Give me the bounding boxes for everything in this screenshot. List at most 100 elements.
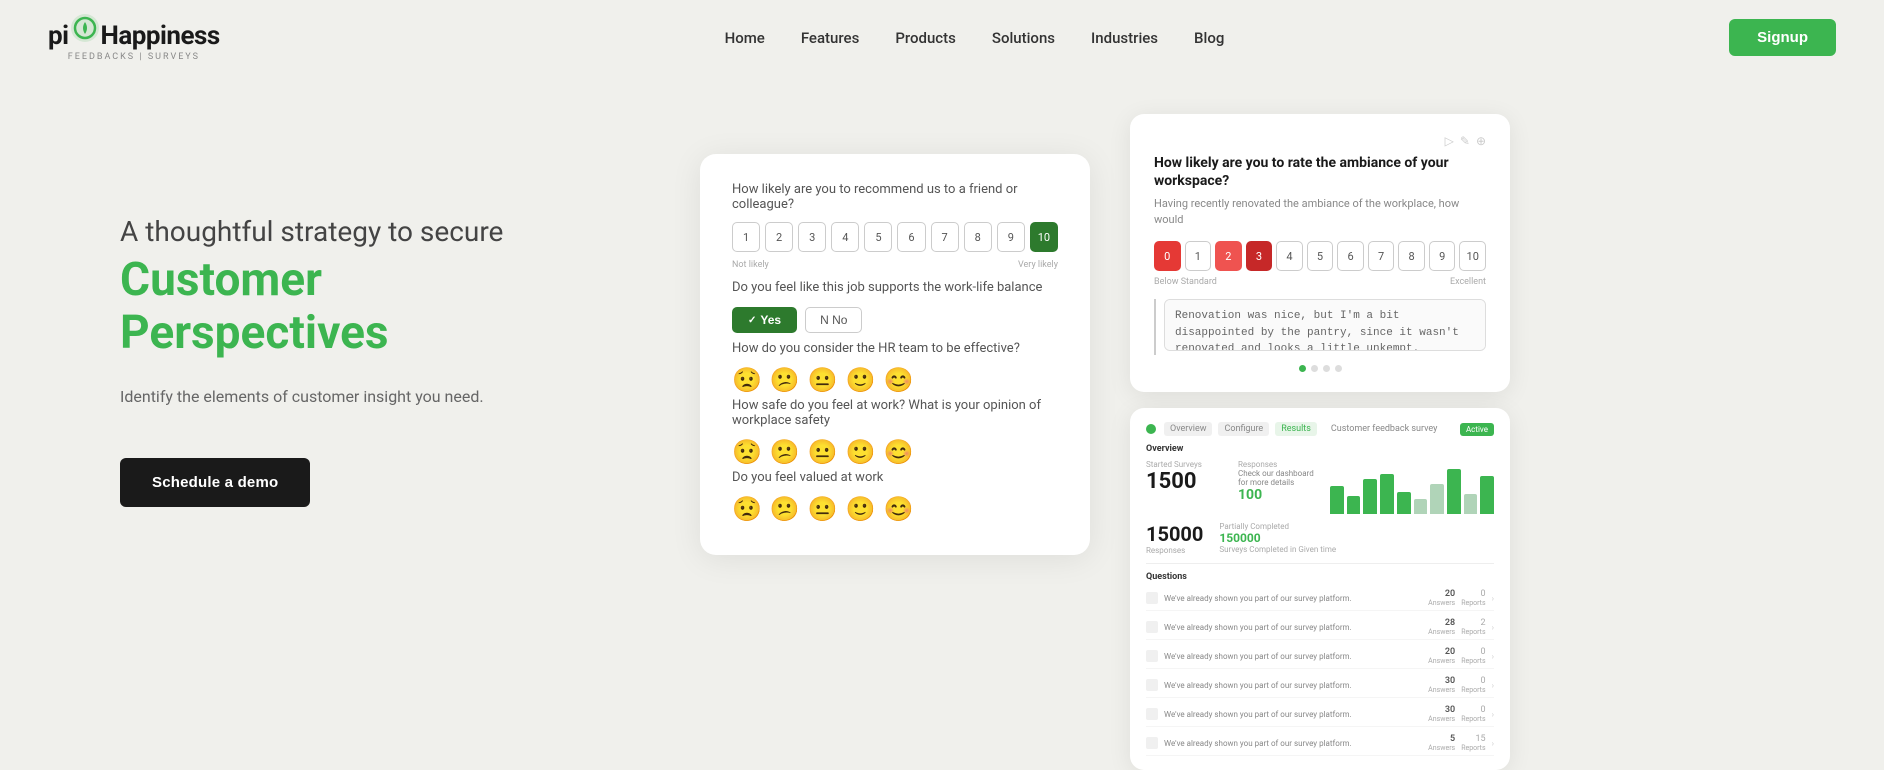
- dc-q-nums: 28 Answers: [1428, 618, 1455, 636]
- card-icon-3: ⊕: [1476, 134, 1486, 148]
- emoji-neutral[interactable]: 😐: [808, 366, 838, 394]
- check-icon: ✓: [748, 315, 756, 326]
- dc-q-arrow: ›: [1492, 739, 1494, 748]
- emoji-very-satisfied[interactable]: 😊: [884, 366, 914, 394]
- logo-subtitle: FEEDBACKS | SURVEYS: [48, 52, 220, 62]
- dc-tab-overview[interactable]: Overview: [1164, 422, 1212, 436]
- dc-q-icon: [1146, 621, 1158, 633]
- survey-card: How likely are you to recommend us to a …: [700, 154, 1090, 555]
- dc-stat-label-2: Responses: [1238, 460, 1320, 469]
- rating-box[interactable]: 8: [964, 222, 992, 252]
- dc-q-arrow: ›: [1492, 681, 1494, 690]
- nav-home[interactable]: Home: [725, 29, 765, 47]
- demo-button[interactable]: Schedule a demo: [120, 458, 310, 507]
- rc-box-7[interactable]: 7: [1368, 241, 1395, 271]
- dc-bar: [1397, 492, 1411, 514]
- rc-textarea[interactable]: [1164, 299, 1486, 351]
- emoji-satisfied-2[interactable]: 🙂: [846, 438, 876, 466]
- rating-row-1: 1 2 3 4 5 6 7 8 9 10: [732, 222, 1058, 252]
- dc-question-row: We've already shown you part of our surv…: [1146, 615, 1494, 640]
- logo-icon: [69, 12, 101, 44]
- nav-features[interactable]: Features: [801, 29, 859, 47]
- rating-box[interactable]: 6: [897, 222, 925, 252]
- dc-question-row: We've already shown you part of our surv…: [1146, 731, 1494, 756]
- rc-box-1[interactable]: 1: [1185, 241, 1212, 271]
- rating-box[interactable]: 10: [1030, 222, 1058, 252]
- no-button[interactable]: N No: [805, 307, 862, 333]
- emoji-very-satisfied-3[interactable]: 😊: [884, 495, 914, 523]
- rc-box-4[interactable]: 4: [1276, 241, 1303, 271]
- rc-dot-4: [1335, 365, 1342, 372]
- dc-q-nums2: 0 Reports: [1461, 647, 1485, 665]
- dc-stat-responses: Started Surveys 1500: [1146, 460, 1228, 514]
- dc-q-nums: 30 Answers: [1428, 676, 1455, 694]
- signup-button[interactable]: Signup: [1729, 19, 1836, 56]
- nav-products[interactable]: Products: [895, 29, 956, 47]
- emoji-very-satisfied-2[interactable]: 😊: [884, 438, 914, 466]
- yes-button[interactable]: ✓ Yes: [732, 307, 797, 333]
- emoji-satisfied-3[interactable]: 🙂: [846, 495, 876, 523]
- rc-box-0[interactable]: 0: [1154, 241, 1181, 271]
- emoji-dissatisfied[interactable]: 😕: [770, 366, 800, 394]
- rc-desc: Having recently renovated the ambiance o…: [1154, 196, 1486, 227]
- dc-q-arrow: ›: [1492, 710, 1494, 719]
- emoji-dissatisfied-2[interactable]: 😕: [770, 438, 800, 466]
- nav-solutions[interactable]: Solutions: [992, 29, 1055, 47]
- emoji-row-3: 😟 😕 😐 🙂 😊: [732, 495, 1058, 523]
- dc-q-icon: [1146, 592, 1158, 604]
- emoji-very-dissatisfied-2[interactable]: 😟: [732, 438, 762, 466]
- nav-industries[interactable]: Industries: [1091, 29, 1158, 47]
- rc-scale: 0 1 2 3 4 5 6 7 8 9 10: [1154, 241, 1486, 271]
- dc-questions-label: Questions: [1146, 572, 1494, 582]
- rc-box-9[interactable]: 9: [1429, 241, 1456, 271]
- main-content: A thoughtful strategy to secure Customer…: [0, 74, 1884, 770]
- emoji-satisfied[interactable]: 🙂: [846, 366, 876, 394]
- dc-q-text: We've already shown you part of our surv…: [1164, 594, 1422, 603]
- dc-q-num2: 0: [1468, 647, 1486, 657]
- dc-survey-label: Customer feedback survey: [1331, 424, 1438, 434]
- dc-question-row: We've already shown you part of our surv…: [1146, 673, 1494, 698]
- rating-box[interactable]: 7: [931, 222, 959, 252]
- survey-q5: Do you feel valued at work: [732, 470, 1058, 485]
- logo-pi: pi: [48, 21, 69, 51]
- dc-tab-results[interactable]: Results: [1275, 422, 1317, 436]
- dc-tabs: Overview Configure Results: [1164, 422, 1317, 436]
- dc-q-num1: 20: [1437, 647, 1455, 657]
- dc-q-nums2: 0 Reports: [1461, 705, 1485, 723]
- rating-box[interactable]: 5: [864, 222, 892, 252]
- rc-box-2[interactable]: 2: [1215, 241, 1242, 271]
- rating-box[interactable]: 1: [732, 222, 760, 252]
- emoji-row-1: 😟 😕 😐 🙂 😊: [732, 366, 1058, 394]
- rc-box-6[interactable]: 6: [1337, 241, 1364, 271]
- dc-header: Overview Configure Results Customer feed…: [1146, 422, 1494, 436]
- dc-big-label: Responses: [1146, 546, 1203, 555]
- hero-title: Customer Perspectives: [120, 254, 560, 360]
- emoji-neutral-2[interactable]: 😐: [808, 438, 838, 466]
- dc-questions-list: We've already shown you part of our surv…: [1146, 586, 1494, 756]
- rc-question: How likely are you to rate the ambiance …: [1154, 154, 1486, 190]
- emoji-very-dissatisfied[interactable]: 😟: [732, 366, 762, 394]
- dc-big-number: 15000: [1146, 522, 1203, 546]
- dc-tab-configure[interactable]: Configure: [1218, 422, 1269, 436]
- dc-bar: [1414, 499, 1428, 514]
- rc-box-3[interactable]: 3: [1246, 241, 1273, 271]
- dc-stat-responses-desc: Responses Check our dashboard for more d…: [1238, 460, 1320, 514]
- rating-box[interactable]: 2: [765, 222, 793, 252]
- dc-stats-row: Started Surveys 1500 Responses Check our…: [1146, 460, 1494, 514]
- emoji-very-dissatisfied-3[interactable]: 😟: [732, 495, 762, 523]
- rc-box-8[interactable]: 8: [1398, 241, 1425, 271]
- emoji-neutral-3[interactable]: 😐: [808, 495, 838, 523]
- rc-scale-labels: Below Standard Excellent: [1154, 277, 1486, 287]
- rc-box-5[interactable]: 5: [1307, 241, 1334, 271]
- hero-section: A thoughtful strategy to secure Customer…: [120, 134, 560, 507]
- dc-partially-value: 150000: [1219, 531, 1336, 545]
- nav-blog[interactable]: Blog: [1194, 29, 1224, 47]
- dc-overview-label: Overview: [1146, 444, 1494, 454]
- rc-box-10[interactable]: 10: [1459, 241, 1486, 271]
- rating-box[interactable]: 3: [798, 222, 826, 252]
- dashboard-card: Overview Configure Results Customer feed…: [1130, 408, 1510, 770]
- emoji-dissatisfied-3[interactable]: 😕: [770, 495, 800, 523]
- rating-box[interactable]: 9: [997, 222, 1025, 252]
- rating-box[interactable]: 4: [831, 222, 859, 252]
- card-icon-1: ▷: [1445, 134, 1454, 148]
